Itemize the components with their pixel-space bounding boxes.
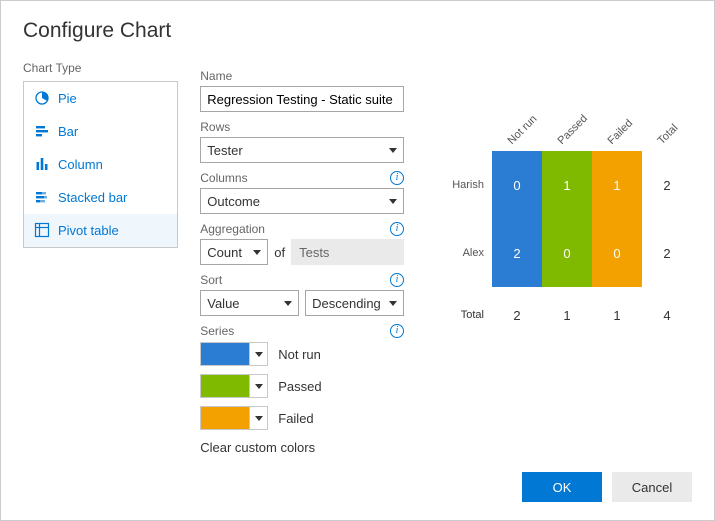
pivot-row-total: 2 (642, 151, 692, 219)
pie-icon (34, 90, 50, 106)
pivot-col-header: Passed (542, 91, 592, 151)
sort-label: Sort i (200, 273, 404, 287)
aggregation-of-label: of (274, 245, 285, 260)
pivot-row-header: Harish (436, 151, 492, 219)
chart-type-pie[interactable]: Pie (24, 82, 177, 115)
chart-type-label: Stacked bar (58, 190, 127, 205)
sort-row: Value Descending (200, 290, 404, 316)
chevron-down-icon (249, 343, 267, 365)
series-label: Not run (278, 347, 321, 362)
dialog-body: Chart Type Pie Bar Column Stacked bar Pivot … (23, 61, 692, 455)
cancel-button[interactable]: Cancel (612, 472, 692, 502)
name-input[interactable] (200, 86, 404, 112)
pivot-table-icon (34, 222, 50, 238)
rows-select[interactable]: Tester (200, 137, 404, 163)
chart-type-list: Pie Bar Column Stacked bar Pivot table (23, 81, 178, 248)
chevron-down-icon (253, 250, 261, 255)
chevron-down-icon (249, 375, 267, 397)
aggregation-label: Aggregation i (200, 222, 404, 236)
aggregation-field: Tests (291, 239, 404, 265)
info-icon[interactable]: i (390, 273, 404, 287)
pivot-cell: 1 (592, 151, 642, 219)
column-icon (34, 156, 50, 172)
sort-dir-select[interactable]: Descending (305, 290, 404, 316)
pivot-col-total: 1 (542, 287, 592, 343)
chart-type-bar[interactable]: Bar (24, 115, 177, 148)
bar-icon (34, 123, 50, 139)
chevron-down-icon (249, 407, 267, 429)
pivot-col-header: Failed (592, 91, 642, 151)
info-icon[interactable]: i (390, 222, 404, 236)
pivot-row-total: 2 (642, 219, 692, 287)
chart-type-label: Chart Type (23, 61, 178, 75)
chevron-down-icon (389, 301, 397, 306)
chart-type-column[interactable]: Column (24, 148, 177, 181)
info-icon[interactable]: i (390, 324, 404, 338)
series-list: Not run Passed Failed (200, 342, 404, 430)
pivot-col-header: Not run (492, 91, 542, 151)
series-item: Not run (200, 342, 404, 366)
aggregation-select[interactable]: Count (200, 239, 268, 265)
pivot-col-total: 2 (492, 287, 542, 343)
series-item: Passed (200, 374, 404, 398)
chevron-down-icon (284, 301, 292, 306)
chevron-down-icon (389, 148, 397, 153)
series-item: Failed (200, 406, 404, 430)
color-swatch (201, 343, 249, 365)
series-label: Series i (200, 324, 404, 338)
color-swatch (201, 375, 249, 397)
chart-type-label: Bar (58, 124, 78, 139)
chart-type-label: Pie (58, 91, 77, 106)
chart-type-panel: Chart Type Pie Bar Column Stacked bar Pivot … (23, 61, 178, 455)
info-icon[interactable]: i (390, 171, 404, 185)
pivot-cell: 2 (492, 219, 542, 287)
chart-type-pivot-table[interactable]: Pivot table (24, 214, 177, 247)
chart-type-label: Column (58, 157, 103, 172)
columns-label: Columns i (200, 171, 404, 185)
clear-custom-colors[interactable]: Clear custom colors (200, 440, 404, 455)
name-label: Name (200, 69, 404, 83)
ok-button[interactable]: OK (522, 472, 602, 502)
dialog-buttons: OK Cancel (522, 472, 692, 502)
columns-select[interactable]: Outcome (200, 188, 404, 214)
pivot-row-header: Alex (436, 219, 492, 287)
series-label: Failed (278, 411, 313, 426)
series-color-picker[interactable] (200, 374, 268, 398)
configure-chart-dialog: Configure Chart Chart Type Pie Bar Column S… (0, 0, 715, 521)
chevron-down-icon (389, 199, 397, 204)
pivot-col-header: Total (642, 91, 692, 151)
chart-type-label: Pivot table (58, 223, 119, 238)
pivot-table-preview: Not runPassedFailedTotalHarish0112Alex20… (436, 91, 692, 343)
pivot-total-label: Total (436, 287, 492, 343)
sort-by-select[interactable]: Value (200, 290, 299, 316)
aggregation-row: Count of Tests (200, 239, 404, 265)
color-swatch (201, 407, 249, 429)
series-color-picker[interactable] (200, 342, 268, 366)
pivot-cell: 0 (492, 151, 542, 219)
pivot-col-total: 1 (592, 287, 642, 343)
pivot-cell: 1 (542, 151, 592, 219)
config-panel: Name Rows Tester Columns i Outcome Aggre… (200, 61, 404, 455)
pivot-grand-total: 4 (642, 287, 692, 343)
pivot-cell: 0 (542, 219, 592, 287)
stacked-bar-icon (34, 189, 50, 205)
chart-type-stacked-bar[interactable]: Stacked bar (24, 181, 177, 214)
preview-panel: Not runPassedFailedTotalHarish0112Alex20… (426, 61, 692, 455)
dialog-title: Configure Chart (23, 19, 692, 43)
series-color-picker[interactable] (200, 406, 268, 430)
pivot-cell: 0 (592, 219, 642, 287)
rows-label: Rows (200, 120, 404, 134)
series-label: Passed (278, 379, 321, 394)
